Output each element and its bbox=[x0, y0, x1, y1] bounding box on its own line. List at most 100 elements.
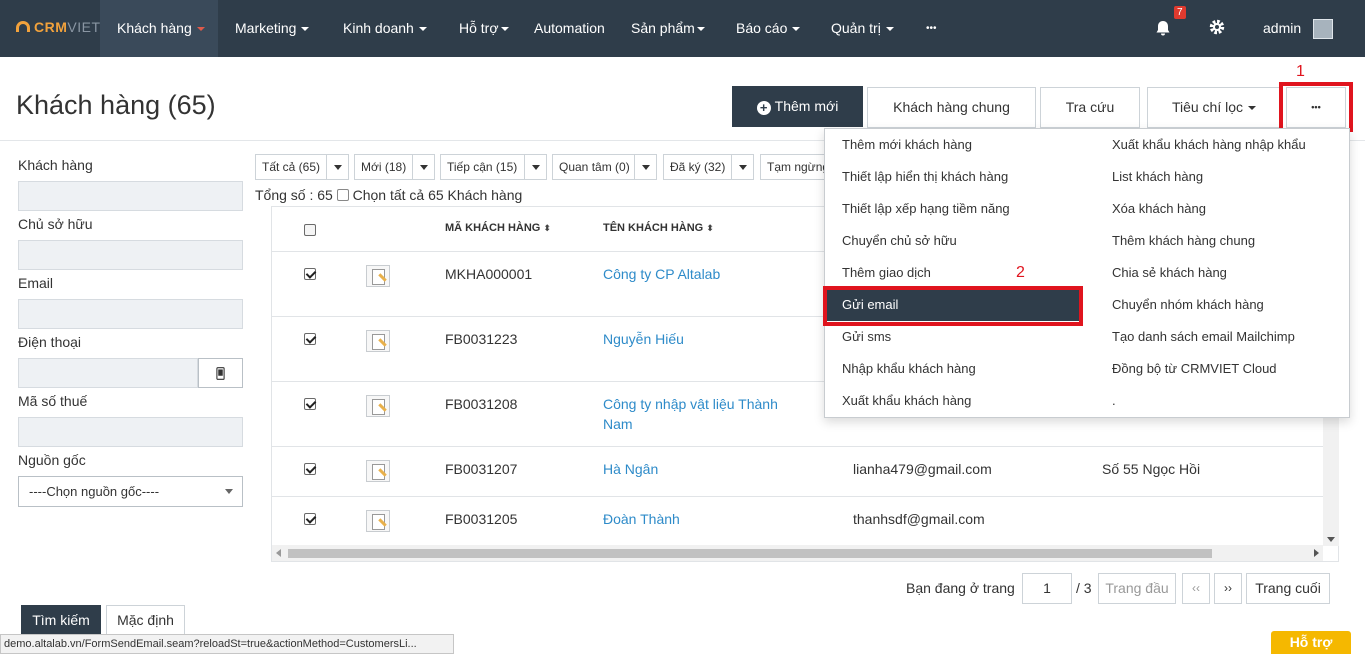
customer-name-link[interactable]: Công ty CP Altalab bbox=[603, 266, 720, 282]
last-page-button[interactable]: Trang cuối bbox=[1246, 573, 1330, 604]
user-name[interactable]: admin bbox=[1263, 0, 1301, 57]
top-navbar: CRMVIET Khách hàng Marketing Kinh doanh … bbox=[0, 0, 1365, 57]
more-actions-menu: Thêm mới khách hàng Thiết lập hiển thị k… bbox=[824, 128, 1350, 418]
phone-icon-button[interactable] bbox=[198, 358, 243, 388]
email-filter-label: Email bbox=[18, 275, 54, 291]
phone-filter-input[interactable] bbox=[18, 358, 198, 388]
total-count: Tổng số : 65 Chọn tất cả 65 Khách hàng bbox=[255, 187, 523, 203]
row-checkbox[interactable] bbox=[304, 333, 316, 345]
customer-filter-input[interactable] bbox=[18, 181, 243, 211]
menu-item-share-customer[interactable]: Chia sẻ khách hàng bbox=[1112, 257, 1227, 289]
select-all-checkbox[interactable] bbox=[336, 189, 349, 201]
edit-icon[interactable] bbox=[366, 460, 390, 482]
tab-all[interactable]: Tất cả (65) bbox=[255, 154, 349, 180]
menu-item-potential-ranking[interactable]: Thiết lập xếp hạng tiềm năng bbox=[842, 193, 1010, 225]
customer-name-link[interactable]: Nguyễn Hiếu bbox=[603, 331, 684, 347]
default-button[interactable]: Mặc định bbox=[106, 605, 185, 636]
menu-item-export-customers[interactable]: Xuất khẩu khách hàng bbox=[842, 385, 971, 417]
header-checkbox[interactable] bbox=[304, 224, 316, 236]
page-total: / 3 bbox=[1076, 580, 1092, 596]
menu-item-add-customer[interactable]: Thêm mới khách hàng bbox=[842, 129, 972, 161]
menu-item-transfer-owner[interactable]: Chuyển chủ sở hữu bbox=[842, 225, 957, 257]
next-page-button[interactable]: ›› bbox=[1214, 573, 1242, 604]
menu-item-add-common[interactable]: Thêm khách hàng chung bbox=[1112, 225, 1255, 257]
tax-filter-label: Mã số thuế bbox=[18, 393, 88, 409]
plus-circle-icon: + bbox=[756, 101, 771, 115]
page-number-input[interactable]: 1 bbox=[1022, 573, 1072, 604]
tab-new[interactable]: Mới (18) bbox=[354, 154, 435, 180]
row-checkbox[interactable] bbox=[304, 513, 316, 525]
step-label-2: 2 bbox=[1016, 264, 1025, 281]
scroll-down-arrow-icon[interactable] bbox=[1327, 537, 1335, 542]
table-row[interactable]: FB0031205 Đoàn Thành thanhsdf@gmail.com bbox=[272, 497, 1338, 547]
tab-signed[interactable]: Đã ký (32) bbox=[663, 154, 754, 180]
search-button[interactable]: Tìm kiếm bbox=[21, 605, 101, 636]
page-title: Khách hàng (65) bbox=[16, 90, 216, 120]
row-checkbox[interactable] bbox=[304, 268, 316, 280]
gear-icon[interactable] bbox=[1208, 18, 1226, 36]
nav-item-support[interactable]: Hỗ trợ bbox=[459, 0, 509, 57]
edit-icon[interactable] bbox=[366, 265, 390, 287]
phone-filter-label: Điện thoại bbox=[18, 334, 82, 350]
row-checkbox[interactable] bbox=[304, 398, 316, 410]
customer-name-link[interactable]: Hà Ngân bbox=[603, 461, 658, 477]
tax-filter-input[interactable] bbox=[18, 417, 243, 447]
menu-item-customer-list[interactable]: List khách hàng bbox=[1112, 161, 1203, 193]
tab-paused[interactable]: Tạm ngừng bbox=[760, 154, 830, 180]
nav-item-admin[interactable]: Quản trị bbox=[831, 0, 894, 57]
table-row[interactable]: FB0031207 Hà Ngân lianha479@gmail.com Số… bbox=[272, 447, 1338, 497]
nav-item-products[interactable]: Sản phẩm bbox=[631, 0, 705, 57]
avatar[interactable] bbox=[1313, 19, 1333, 39]
menu-item-change-group[interactable]: Chuyển nhóm khách hàng bbox=[1112, 289, 1264, 321]
nav-item-sales[interactable]: Kinh doanh bbox=[343, 0, 427, 57]
nav-item-marketing[interactable]: Marketing bbox=[235, 0, 310, 57]
tab-approach[interactable]: Tiếp cận (15) bbox=[440, 154, 547, 180]
menu-item-add-transaction[interactable]: Thêm giao dịch bbox=[842, 257, 931, 289]
nav-item-reports[interactable]: Báo cáo bbox=[736, 0, 801, 57]
menu-item-display-settings[interactable]: Thiết lập hiển thị khách hàng bbox=[842, 161, 1008, 193]
menu-item-sync-cloud[interactable]: Đồng bộ từ CRMVIET Cloud bbox=[1112, 353, 1277, 385]
first-page-button[interactable]: Trang đầu bbox=[1098, 573, 1176, 604]
edit-icon[interactable] bbox=[366, 510, 390, 532]
scroll-right-arrow-icon[interactable] bbox=[1314, 549, 1319, 557]
owner-filter-input[interactable] bbox=[18, 240, 243, 270]
source-select[interactable]: ----Chọn nguồn gốc---- bbox=[18, 476, 243, 507]
horizontal-scrollbar[interactable] bbox=[272, 545, 1323, 561]
add-new-button[interactable]: + Thêm mới bbox=[732, 86, 863, 127]
customer-code: FB0031207 bbox=[445, 461, 518, 477]
nav-item-automation[interactable]: Automation bbox=[534, 0, 605, 57]
menu-item-export-imported[interactable]: Xuất khẩu khách hàng nhập khẩu bbox=[1112, 129, 1306, 161]
crmviet-logo[interactable]: CRMVIET bbox=[16, 19, 101, 35]
customer-name-link[interactable]: Công ty nhập vật liệu Thành bbox=[603, 396, 778, 412]
owner-filter-label: Chủ sở hữu bbox=[18, 216, 93, 232]
bell-icon[interactable] bbox=[1155, 20, 1171, 36]
scroll-left-arrow-icon[interactable] bbox=[276, 549, 281, 557]
customer-code: MKHA000001 bbox=[445, 266, 533, 282]
edit-icon[interactable] bbox=[366, 395, 390, 417]
customer-name-link-continued[interactable]: Nam bbox=[603, 416, 633, 432]
browser-status-url: demo.altalab.vn/FormSendEmail.seam?reloa… bbox=[0, 634, 454, 654]
customer-address: Số 55 Ngọc Hồi bbox=[1102, 461, 1201, 477]
sort-icon: ⬍ bbox=[543, 223, 551, 233]
nav-more[interactable]: ••• bbox=[926, 0, 937, 57]
tab-interested[interactable]: Quan tâm (0) bbox=[552, 154, 657, 180]
row-checkbox[interactable] bbox=[304, 463, 316, 475]
column-name-header[interactable]: TÊN KHÁCH HÀNG ⬍ bbox=[603, 222, 714, 234]
email-filter-input[interactable] bbox=[18, 299, 243, 329]
filter-criteria-button[interactable]: Tiêu chí lọc bbox=[1147, 87, 1281, 128]
menu-item-import-customers[interactable]: Nhập khẩu khách hàng bbox=[842, 353, 976, 385]
common-customers-button[interactable]: Khách hàng chung bbox=[867, 87, 1036, 128]
menu-item-mailchimp-list[interactable]: Tạo danh sách email Mailchimp bbox=[1112, 321, 1295, 353]
menu-item-dot[interactable]: . bbox=[1112, 385, 1116, 417]
customer-name-link[interactable]: Đoàn Thành bbox=[603, 511, 680, 527]
prev-page-button[interactable]: ‹‹ bbox=[1182, 573, 1210, 604]
scrollbar-thumb[interactable] bbox=[288, 549, 1212, 558]
menu-item-delete-customer[interactable]: Xóa khách hàng bbox=[1112, 193, 1206, 225]
column-code-header[interactable]: MÃ KHÁCH HÀNG ⬍ bbox=[445, 222, 551, 234]
lookup-button[interactable]: Tra cứu bbox=[1040, 87, 1140, 128]
nav-item-customers[interactable]: Khách hàng bbox=[100, 0, 218, 57]
edit-icon[interactable] bbox=[366, 330, 390, 352]
notification-badge: 7 bbox=[1174, 6, 1186, 19]
help-button[interactable]: Hỗ trợ bbox=[1271, 631, 1351, 654]
customer-filter-label: Khách hàng bbox=[18, 157, 93, 173]
